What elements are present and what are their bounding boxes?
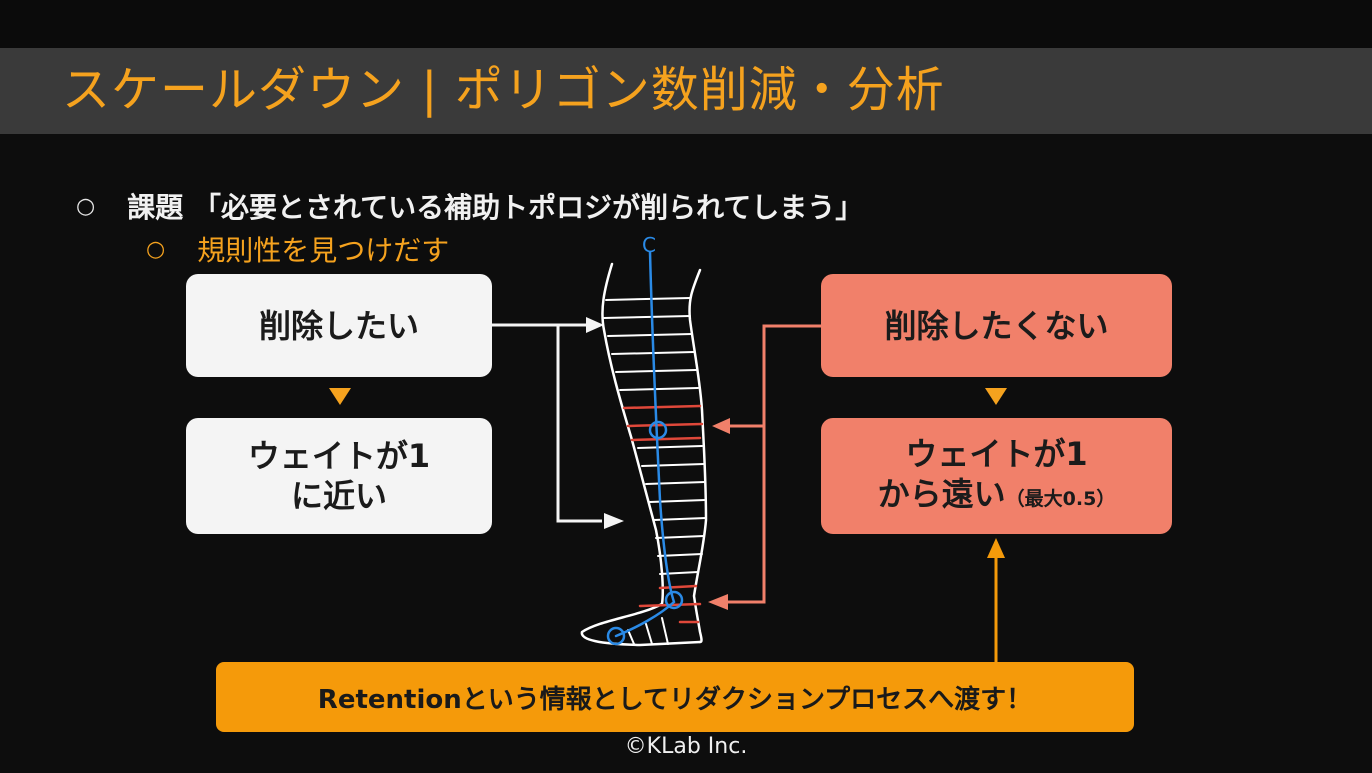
box-keep-label: 削除したくない — [884, 306, 1109, 345]
copyright: ©KLab Inc. — [624, 734, 748, 759]
box-weight-near-line2: に近い — [290, 477, 387, 515]
box-want-delete: 削除したい — [186, 274, 492, 377]
bullet-circle-icon: ○ — [146, 236, 166, 262]
box-weight-far-line1: ウェイトが1 — [905, 434, 1088, 473]
arrows-to-leg-salmon — [726, 324, 821, 604]
bullet-find-pattern-text: 規則性を見つけだす — [197, 234, 450, 267]
box-weight-near-one: ウェイトが1 に近い — [186, 418, 492, 534]
arrow-head-icon-up — [987, 538, 1005, 558]
arrow-head-icon-upper — [586, 317, 604, 333]
retention-banner: Retentionという情報としてリダクションプロセスへ渡す！ — [216, 662, 1134, 732]
box-weight-far-from-one: ウェイトが1 から遠い（最大0.5） — [821, 418, 1172, 534]
box-weight-near-line1: ウェイトが1 — [247, 437, 431, 475]
top-strip — [0, 0, 1372, 48]
box-keep: 削除したくない — [821, 274, 1172, 377]
bullet-issue: ○ 課題 「必要とされている補助トポロジが削られてしまう」 — [76, 186, 863, 226]
slide-title: スケールダウン | ポリゴン数削減・分析 — [62, 62, 945, 118]
bullet-find-pattern: ○ 規則性を見つけだす — [146, 229, 449, 269]
arrow-head-icon-ankle — [708, 594, 728, 610]
box-weight-far-line2-wrap: から遠い（最大0.5） — [878, 474, 1116, 519]
bullet-issue-text: 課題 「必要とされている補助トポロジが削られてしまう」 — [127, 191, 864, 224]
arrow-head-icon-knee — [712, 418, 730, 434]
sketch-bone-label: C — [642, 233, 656, 257]
down-triangle-icon-left — [329, 388, 351, 405]
leg-sketch: C — [580, 233, 708, 647]
arrows-to-leg-white — [492, 323, 602, 523]
arrow-head-icon-lower — [604, 513, 624, 529]
box-weight-far-line2: から遠い — [877, 474, 1006, 513]
bullet-circle-icon: ○ — [76, 193, 96, 219]
down-triangle-icon-right — [985, 388, 1007, 405]
box-want-delete-label: 削除したい — [258, 306, 419, 345]
box-weight-far-note: （最大0.5） — [1005, 487, 1116, 510]
